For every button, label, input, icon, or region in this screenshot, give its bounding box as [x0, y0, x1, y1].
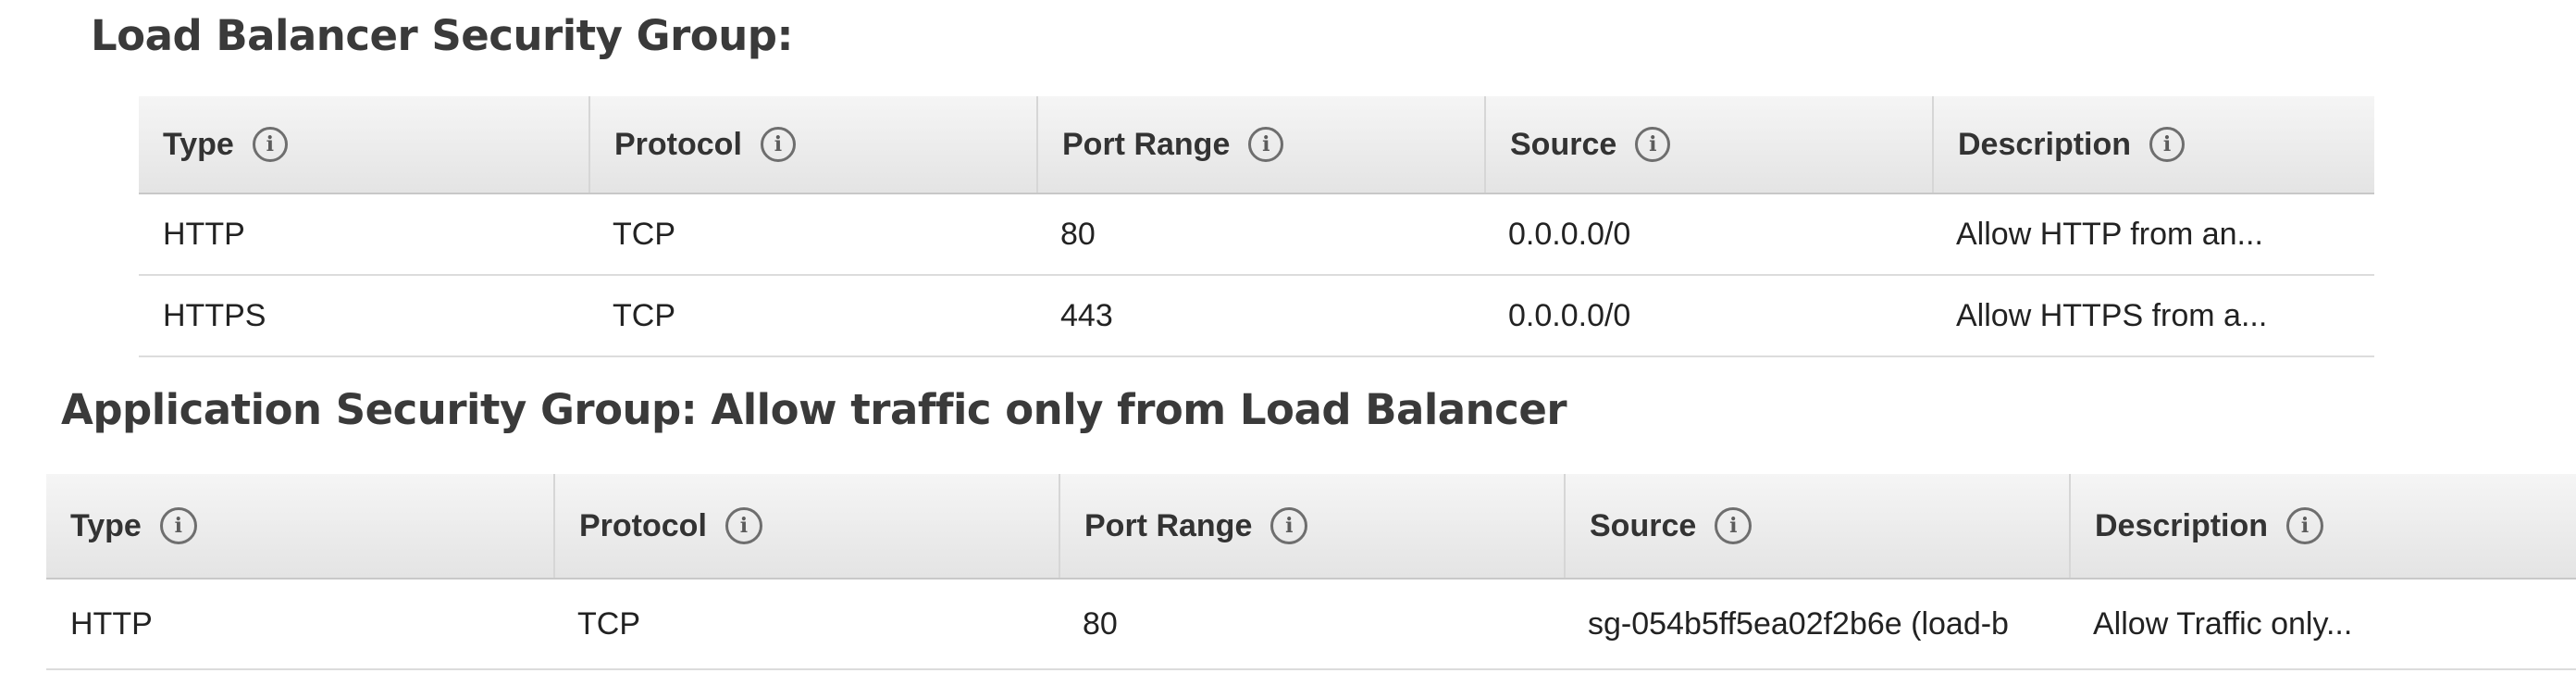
column-header-label: Port Range: [1062, 126, 1231, 162]
column-header-label: Source: [1510, 126, 1617, 162]
application-sg-title: Application Security Group: Allow traffi…: [61, 385, 1567, 434]
load-balancer-sg-title: Load Balancer Security Group:: [91, 11, 793, 60]
table-header-row: Type i Protocol i Port Range i Source i Desc…: [46, 474, 2576, 580]
cell-port-range: 80: [1036, 193, 1484, 276]
column-header-type[interactable]: Type i: [139, 96, 588, 194]
column-header-type[interactable]: Type i: [46, 474, 553, 580]
load-balancer-sg-table: Type i Protocol i Port Range i Source i Desc…: [139, 96, 2374, 357]
column-header-protocol[interactable]: Protocol i: [553, 474, 1059, 580]
column-header-label: Description: [2095, 507, 2269, 543]
column-header-port-range[interactable]: Port Range i: [1036, 96, 1484, 194]
cell-source: 0.0.0.0/0: [1484, 275, 1932, 357]
cell-description: Allow Traffic only...: [2069, 579, 2576, 670]
column-header-source[interactable]: Source i: [1564, 474, 2069, 580]
column-header-label: Type: [70, 507, 142, 543]
info-circle-icon[interactable]: i: [159, 507, 197, 544]
cell-type: HTTP: [46, 579, 553, 670]
column-header-source[interactable]: Source i: [1484, 96, 1932, 194]
info-circle-icon[interactable]: i: [252, 127, 288, 162]
column-header-label: Description: [1958, 126, 2132, 162]
cell-protocol: TCP: [588, 193, 1036, 276]
info-circle-icon[interactable]: i: [2149, 127, 2186, 162]
info-circle-icon[interactable]: i: [1248, 127, 1284, 162]
info-circle-icon[interactable]: i: [1715, 507, 1752, 544]
column-header-description[interactable]: Description i: [1932, 96, 2374, 194]
cell-description: Allow HTTP from an...: [1932, 193, 2374, 276]
column-header-label: Protocol: [579, 507, 707, 543]
info-circle-icon[interactable]: i: [1270, 507, 1308, 544]
info-circle-icon[interactable]: i: [2286, 507, 2324, 544]
column-header-label: Type: [163, 126, 234, 162]
cell-source: 0.0.0.0/0: [1484, 193, 1932, 276]
column-header-label: Port Range: [1084, 507, 1253, 543]
cell-type: HTTPS: [139, 275, 588, 357]
table-row[interactable]: HTTP TCP 80 sg-054b5ff5ea02f2b6e (load-b…: [46, 579, 2576, 670]
cell-protocol: TCP: [588, 275, 1036, 357]
column-header-label: Source: [1590, 507, 1697, 543]
info-circle-icon[interactable]: i: [1635, 127, 1671, 162]
cell-port-range: 443: [1036, 275, 1484, 357]
table-row[interactable]: HTTP TCP 80 0.0.0.0/0 Allow HTTP from an…: [139, 193, 2374, 276]
info-circle-icon[interactable]: i: [760, 127, 796, 162]
info-circle-icon[interactable]: i: [724, 507, 762, 544]
column-header-protocol[interactable]: Protocol i: [588, 96, 1036, 194]
cell-source: sg-054b5ff5ea02f2b6e (load-b: [1564, 579, 2069, 670]
column-header-description[interactable]: Description i: [2069, 474, 2576, 580]
table-row[interactable]: HTTPS TCP 443 0.0.0.0/0 Allow HTTPS from…: [139, 275, 2374, 357]
application-sg-table: Type i Protocol i Port Range i Source i Desc…: [46, 474, 2576, 670]
table-header-row: Type i Protocol i Port Range i Source i Desc…: [139, 96, 2374, 194]
cell-type: HTTP: [139, 193, 588, 276]
cell-description: Allow HTTPS from a...: [1932, 275, 2374, 357]
column-header-label: Protocol: [614, 126, 742, 162]
cell-port-range: 80: [1059, 579, 1564, 670]
cell-protocol: TCP: [553, 579, 1059, 670]
column-header-port-range[interactable]: Port Range i: [1059, 474, 1564, 580]
